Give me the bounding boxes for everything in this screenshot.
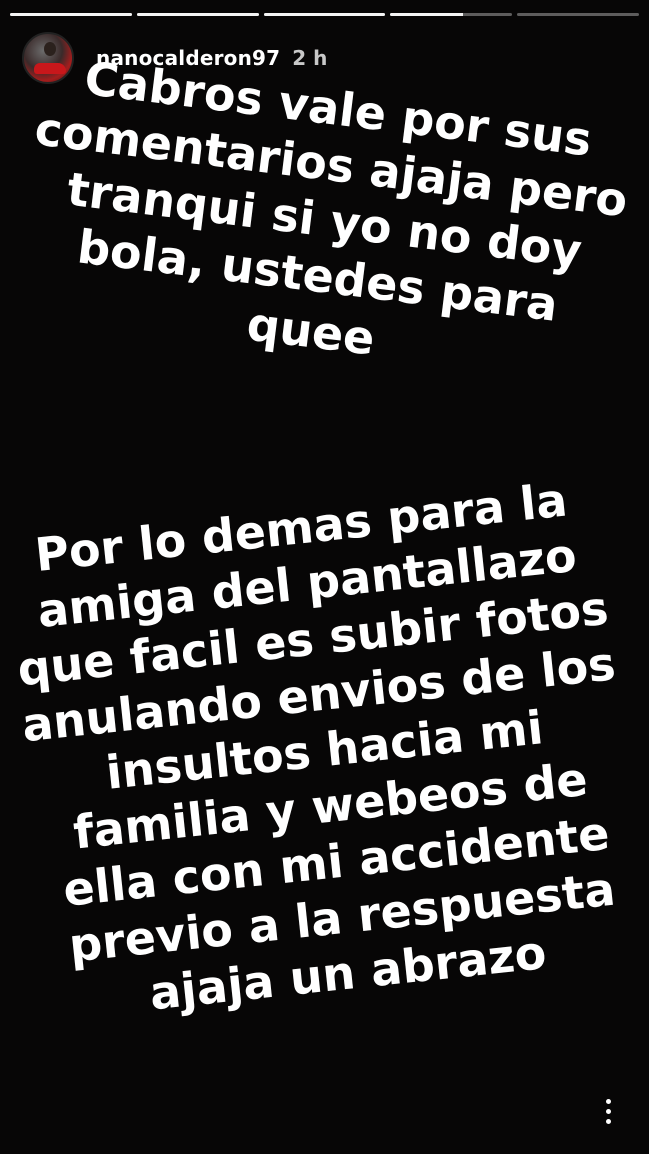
- story-text-block-2: Por lo demas para la amiga del pantallaz…: [0, 465, 649, 1034]
- progress-segment: [136, 13, 259, 16]
- progress-segment: [10, 13, 132, 16]
- progress-segment: [390, 13, 513, 16]
- progress-segment: [263, 13, 386, 16]
- progress-segment: [517, 13, 639, 16]
- timestamp: 2 h: [292, 46, 328, 70]
- story-text-block-1: Cabros vale por sus comentarios ajaja pe…: [0, 41, 649, 398]
- more-vertical-icon[interactable]: [603, 1099, 613, 1124]
- story-progress-bar: [10, 13, 639, 16]
